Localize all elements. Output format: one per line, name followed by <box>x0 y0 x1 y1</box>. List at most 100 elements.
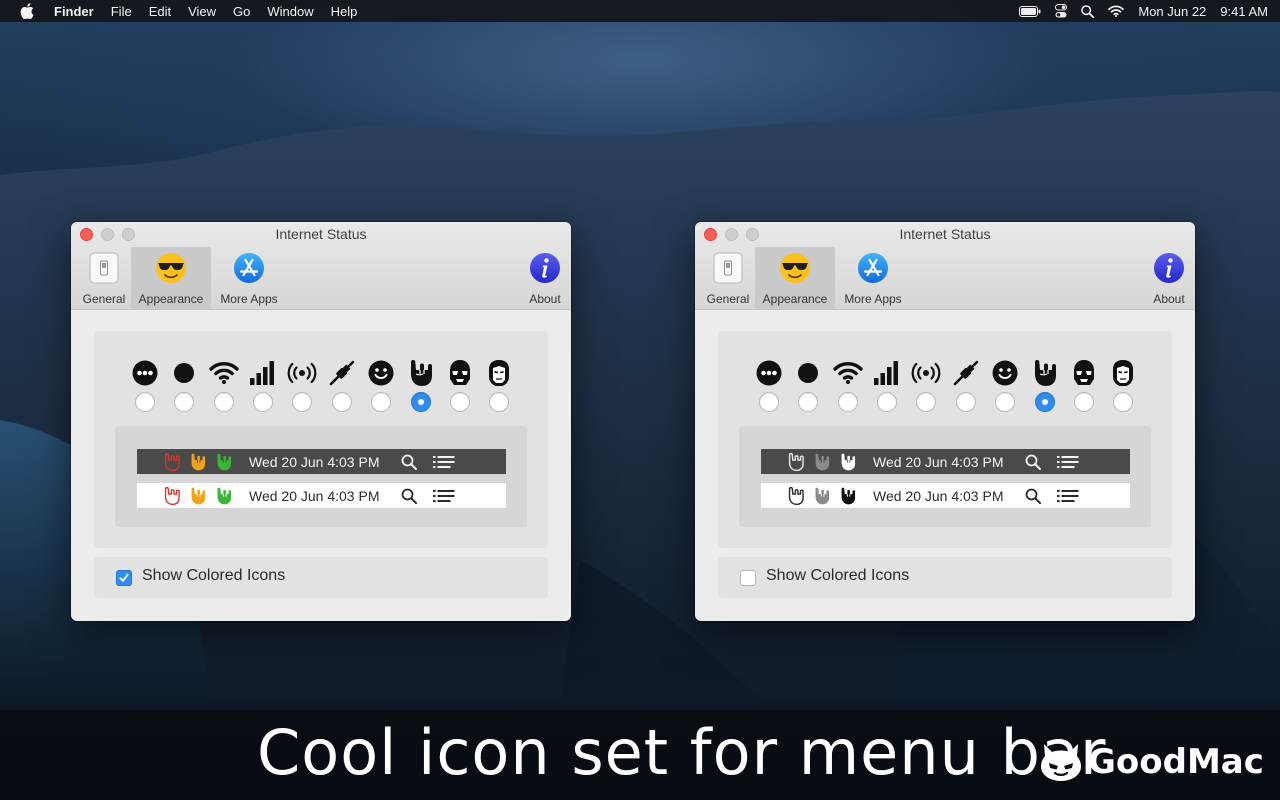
dots-face-icon <box>752 357 786 389</box>
icon-style-radio-7[interactable] <box>371 392 391 412</box>
menu-view[interactable]: View <box>188 4 216 19</box>
rock-hand-orange-icon <box>187 485 209 507</box>
icon-style-radio-6[interactable] <box>332 392 352 412</box>
icon-style-radio-10[interactable] <box>489 392 509 412</box>
tab-appearance[interactable]: Appearance <box>755 247 835 309</box>
icon-style-radio-5[interactable] <box>916 392 936 412</box>
window-titlebar: Internet Status General Appearance More … <box>71 222 571 310</box>
control-center-icon[interactable] <box>1055 4 1068 18</box>
icon-style-row <box>94 357 548 389</box>
icon-style-radio-8[interactable] <box>1035 392 1055 412</box>
tab-appearance[interactable]: Appearance <box>131 247 211 309</box>
spotlight-search-icon[interactable] <box>1081 4 1095 18</box>
broadcast-icon <box>285 357 319 389</box>
tab-more-apps[interactable]: More Apps <box>837 247 909 309</box>
wifi-icon <box>207 357 241 389</box>
ironman-icon <box>482 357 516 389</box>
preview-clock: Wed 20 Jun 4:03 PM <box>249 487 380 504</box>
icon-style-radio-3[interactable] <box>214 392 234 412</box>
show-colored-icons-checkbox[interactable] <box>740 570 756 586</box>
icon-style-radio-9[interactable] <box>1074 392 1094 412</box>
devil-mascot-icon <box>1041 744 1081 781</box>
menu-go[interactable]: Go <box>233 4 250 19</box>
icon-style-radio-5[interactable] <box>292 392 312 412</box>
show-colored-icons-checkbox[interactable] <box>116 570 132 586</box>
rock-hand-outline-icon <box>785 451 807 473</box>
menu-bar-preview: Wed 20 Jun 4:03 PM Wed 20 Jun 4:03 PM <box>739 426 1151 527</box>
icon-style-radio-6[interactable] <box>956 392 976 412</box>
icon-style-radio-4[interactable] <box>877 392 897 412</box>
broadcast-icon <box>909 357 943 389</box>
window-titlebar: Internet Status General Appearance More … <box>695 222 1195 310</box>
wifi-icon <box>831 357 865 389</box>
icon-style-row <box>718 357 1172 389</box>
icon-style-radio-9[interactable] <box>450 392 470 412</box>
rock-hand-green-icon <box>213 451 235 473</box>
icon-style-radio-2[interactable] <box>798 392 818 412</box>
icon-style-radio-2[interactable] <box>174 392 194 412</box>
menu-edit[interactable]: Edit <box>149 4 171 19</box>
sunglasses-emoji-icon <box>154 251 188 285</box>
tab-about[interactable]: About <box>524 247 566 309</box>
menu-finder[interactable]: Finder <box>54 4 94 19</box>
icon-style-radio-7[interactable] <box>995 392 1015 412</box>
rock-hand-gray-icon <box>811 485 833 507</box>
wifi-status-icon[interactable] <box>1108 5 1125 17</box>
tab-more-apps-label: More Apps <box>844 292 902 306</box>
signal-bars-icon <box>870 357 904 389</box>
icon-style-radio-10[interactable] <box>1113 392 1133 412</box>
window-title: Internet Status <box>275 226 367 242</box>
tab-more-apps[interactable]: More Apps <box>213 247 285 309</box>
tab-about-label: About <box>1153 292 1185 306</box>
tab-general[interactable]: General <box>700 247 756 309</box>
info-icon <box>528 251 562 285</box>
icon-style-radio-4[interactable] <box>253 392 273 412</box>
ironman-icon <box>1106 357 1140 389</box>
rock-hand-icon <box>1028 357 1062 389</box>
rock-hand-black-icon <box>837 485 859 507</box>
dark-menu-bar-preview: Wed 20 Jun 4:03 PM <box>137 449 506 474</box>
show-colored-icons-label[interactable]: Show Colored Icons <box>142 567 285 585</box>
rock-hand-green-icon <box>213 485 235 507</box>
tab-appearance-label: Appearance <box>138 292 204 306</box>
rock-hand-gray-icon <box>811 451 833 473</box>
tab-about[interactable]: About <box>1148 247 1190 309</box>
icon-style-radio-3[interactable] <box>838 392 858 412</box>
menu-date[interactable]: Mon Jun 22 <box>1138 4 1206 19</box>
window-title: Internet Status <box>899 226 991 242</box>
menu-time[interactable]: 9:41 AM <box>1220 4 1268 19</box>
preview-search-icon <box>1025 488 1042 504</box>
preview-clock: Wed 20 Jun 4:03 PM <box>873 487 1004 504</box>
signal-bars-icon <box>246 357 280 389</box>
preview-search-icon <box>401 488 418 504</box>
menu-window[interactable]: Window <box>267 4 313 19</box>
app-store-icon <box>232 251 266 285</box>
icon-style-radio-8[interactable] <box>411 392 431 412</box>
show-colored-icons-label[interactable]: Show Colored Icons <box>766 567 909 585</box>
dark-menu-bar-preview: Wed 20 Jun 4:03 PM <box>761 449 1130 474</box>
menu-file[interactable]: File <box>111 4 132 19</box>
tab-general[interactable]: General <box>76 247 132 309</box>
stormtrooper-icon <box>1067 357 1101 389</box>
preview-list-icon <box>1057 455 1079 469</box>
colored-icons-option: Show Colored Icons <box>94 557 548 598</box>
icon-style-radio-1[interactable] <box>135 392 155 412</box>
tab-appearance-label: Appearance <box>762 292 828 306</box>
menu-help[interactable]: Help <box>331 4 358 19</box>
apple-menu-icon[interactable] <box>20 3 38 19</box>
menu-extras: Mon Jun 22 9:41 AM <box>1019 0 1268 22</box>
smiley-icon <box>988 357 1022 389</box>
plug-icon <box>325 357 359 389</box>
rock-hand-icon <box>404 357 438 389</box>
tab-about-label: About <box>529 292 561 306</box>
brand-name: GoodMac <box>1088 742 1264 782</box>
preview-list-icon <box>433 455 455 469</box>
app-store-icon <box>856 251 890 285</box>
preview-clock: Wed 20 Jun 4:03 PM <box>249 453 380 470</box>
icon-style-radio-1[interactable] <box>759 392 779 412</box>
battery-icon[interactable] <box>1019 5 1041 17</box>
dots-face-icon <box>128 357 162 389</box>
rock-hand-orange-icon <box>187 451 209 473</box>
preview-search-icon <box>401 454 418 470</box>
info-icon <box>1152 251 1186 285</box>
